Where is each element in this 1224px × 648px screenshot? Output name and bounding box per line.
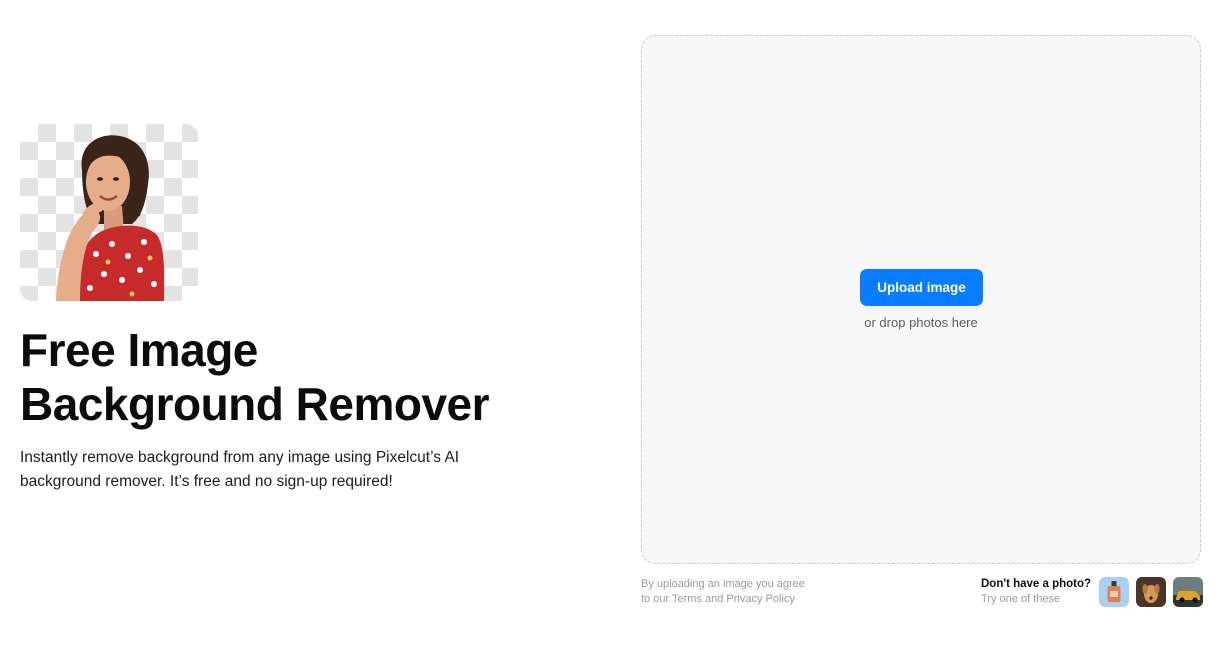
sample-thumbnail-car[interactable] <box>1173 577 1203 607</box>
sample-photos-prompt: Don't have a photo? Try one of these <box>981 577 1093 607</box>
terms-notice-line-2: to our Terms and Privacy Policy <box>641 592 881 607</box>
sample-thumbnail-perfume[interactable] <box>1099 577 1129 607</box>
upload-image-button[interactable]: Upload image <box>860 269 983 306</box>
page-title: Free Image Background Remover <box>20 323 580 431</box>
car-icon <box>1173 577 1203 607</box>
page-description: Instantly remove background from any ima… <box>20 449 460 490</box>
terms-and: and <box>701 593 727 605</box>
sample-photos-subtext: Try one of these <box>981 593 1061 605</box>
woman-cutout-illustration <box>56 135 165 301</box>
sample-photos-heading: Don't have a photo? <box>981 578 1092 590</box>
upload-dropzone[interactable]: Upload image or drop photos here <box>641 35 1201 564</box>
dog-icon <box>1136 577 1166 607</box>
hero-example-image <box>20 124 198 301</box>
drop-photos-hint: or drop photos here <box>864 315 978 330</box>
perfume-bottle-icon <box>1099 577 1129 607</box>
terms-link[interactable]: Terms <box>672 593 702 605</box>
page-title-line-2: Background Remover <box>20 378 490 430</box>
terms-notice-line-1: By uploading an image you agree <box>641 578 805 590</box>
sample-thumbnail-dog[interactable] <box>1136 577 1166 607</box>
page-title-line-1: Free Image <box>20 324 258 376</box>
privacy-policy-link[interactable]: Privacy Policy <box>726 593 794 605</box>
terms-notice: By uploading an image you agree to our T… <box>641 577 881 607</box>
terms-prefix: to our <box>641 593 672 605</box>
